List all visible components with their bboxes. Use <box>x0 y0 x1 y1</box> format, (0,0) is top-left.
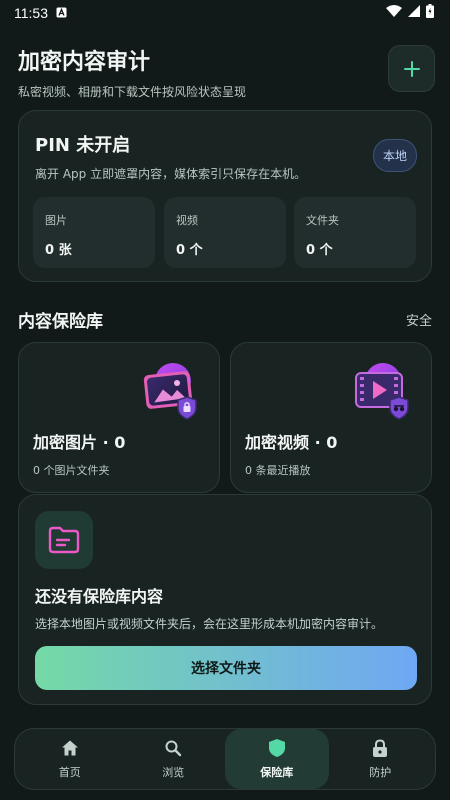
select-folder-button[interactable]: 选择文件夹 <box>35 646 417 690</box>
section-title: 内容保险库 <box>18 312 103 332</box>
signal-icon <box>408 5 420 21</box>
search-icon <box>163 738 183 758</box>
bottom-nav: 首页 浏览 保险库 防护 <box>14 728 436 790</box>
nav-label: 首页 <box>58 766 81 779</box>
locked-photo-icon <box>139 359 205 425</box>
pin-status-title: PIN 未开启 <box>35 135 131 156</box>
folder-icon <box>35 511 93 569</box>
locked-video-icon <box>351 359 417 425</box>
nav-label: 浏览 <box>162 766 185 779</box>
add-button[interactable] <box>388 45 435 92</box>
wifi-icon <box>386 5 402 21</box>
vault-card-subtitle: 0 个图片文件夹 <box>33 464 110 477</box>
stat-label: 图片 <box>45 214 67 227</box>
nav-item-protect[interactable]: 防护 <box>329 729 433 789</box>
stat-label: 文件夹 <box>306 214 339 227</box>
vault-card-subtitle: 0 条最近播放 <box>245 464 311 477</box>
notification-a-icon <box>56 5 67 21</box>
stat-label: 视频 <box>176 214 198 227</box>
nav-label: 保险库 <box>260 766 294 779</box>
plus-icon <box>403 60 420 77</box>
vault-card-title: 加密视频 · 0 <box>245 433 338 452</box>
nav-item-browse[interactable]: 浏览 <box>122 729 226 789</box>
stat-videos: 视频 0 个 <box>164 197 286 268</box>
vault-card-title: 加密图片 · 0 <box>33 433 126 452</box>
nav-item-vault[interactable]: 保险库 <box>225 729 329 789</box>
stat-value: 0 个 <box>176 243 203 258</box>
battery-icon <box>426 4 434 22</box>
nav-label: 防护 <box>369 766 392 779</box>
status-bar: 11:53 <box>0 0 450 26</box>
stat-folders: 文件夹 0 个 <box>294 197 416 268</box>
nav-item-home[interactable]: 首页 <box>18 729 122 789</box>
page-subtitle: 私密视频、相册和下载文件按风险状态呈现 <box>18 85 247 99</box>
security-link[interactable]: 安全 <box>406 310 432 329</box>
encrypted-videos-card[interactable]: 加密视频 · 0 0 条最近播放 <box>230 342 432 493</box>
shield-icon <box>267 738 287 758</box>
pin-status-card: PIN 未开启 离开 App 立即遮罩内容，媒体索引只保存在本机。 本地 图片 … <box>18 110 432 282</box>
lock-icon <box>370 738 390 758</box>
status-time: 11:53 <box>14 5 48 21</box>
empty-state-description: 选择本地图片或视频文件夹后，会在这里形成本机加密内容审计。 <box>35 617 384 631</box>
stat-value: 0 张 <box>45 243 72 258</box>
local-badge[interactable]: 本地 <box>373 139 417 172</box>
empty-state-card: 还没有保险库内容 选择本地图片或视频文件夹后，会在这里形成本机加密内容审计。 选… <box>18 494 432 705</box>
empty-state-title: 还没有保险库内容 <box>35 587 164 606</box>
encrypted-images-card[interactable]: 加密图片 · 0 0 个图片文件夹 <box>18 342 220 493</box>
stat-value: 0 个 <box>306 243 333 258</box>
home-icon <box>60 738 80 758</box>
pin-status-description: 离开 App 立即遮罩内容，媒体索引只保存在本机。 <box>35 167 307 181</box>
stat-images: 图片 0 张 <box>33 197 155 268</box>
page-title: 加密内容审计 <box>18 50 151 75</box>
